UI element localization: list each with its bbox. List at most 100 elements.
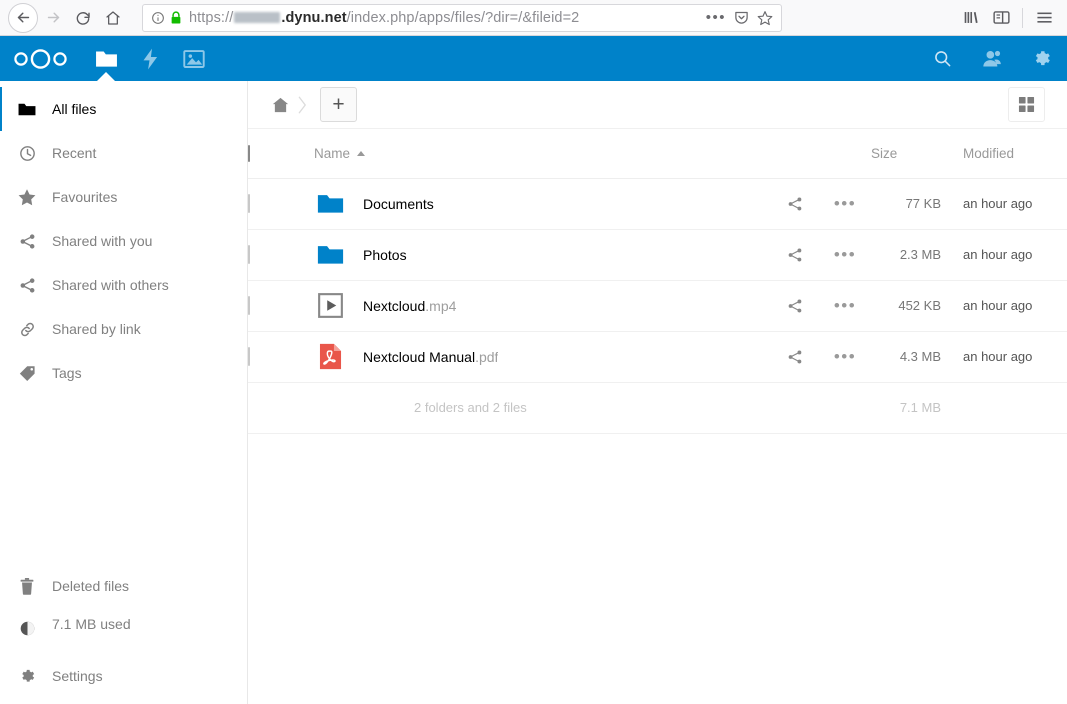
new-file-button[interactable]: + bbox=[320, 87, 357, 122]
column-header-share bbox=[771, 129, 819, 179]
sidebar-item-tags[interactable]: Tags bbox=[0, 351, 247, 395]
pie-chart-icon bbox=[12, 608, 42, 637]
quota-label: 7.1 MB used bbox=[52, 616, 131, 632]
row-actions-cell[interactable]: ••• bbox=[819, 229, 871, 280]
site-info-icon[interactable] bbox=[151, 11, 165, 25]
reload-button[interactable] bbox=[68, 3, 98, 33]
nextcloud-logo[interactable] bbox=[12, 48, 70, 70]
clock-icon bbox=[12, 145, 42, 162]
share-icon[interactable] bbox=[771, 196, 819, 212]
more-actions-icon[interactable]: ••• bbox=[819, 246, 871, 263]
sidebar-item-recent[interactable]: Recent bbox=[0, 131, 247, 175]
more-actions-icon[interactable]: ••• bbox=[819, 195, 871, 212]
row-modified: an hour ago bbox=[963, 247, 1033, 262]
nextcloud-header-actions bbox=[917, 36, 1067, 81]
select-all-checkbox[interactable] bbox=[248, 144, 250, 162]
row-select-cell[interactable] bbox=[248, 280, 306, 331]
home-button[interactable] bbox=[98, 3, 128, 33]
file-name[interactable]: Documents bbox=[363, 196, 434, 212]
row-actions-cell[interactable]: ••• bbox=[819, 331, 871, 382]
controls-bar: + bbox=[248, 81, 1067, 129]
forward-button[interactable] bbox=[38, 3, 68, 33]
breadcrumb-home-icon[interactable] bbox=[264, 89, 296, 121]
bookmark-star-icon[interactable] bbox=[757, 10, 773, 26]
share-icon[interactable] bbox=[771, 298, 819, 314]
file-list-table: Name Size Modified Documents ••• 77 KB a… bbox=[248, 129, 1067, 434]
tag-icon bbox=[12, 365, 42, 382]
sidebar-item-label: Deleted files bbox=[52, 578, 130, 594]
sidebar-item-favourites[interactable]: Favourites bbox=[0, 175, 247, 219]
sidebar-item-all-files[interactable]: All files bbox=[0, 87, 247, 131]
file-name[interactable]: Nextcloud.mp4 bbox=[363, 298, 456, 314]
row-select-cell[interactable] bbox=[248, 331, 306, 382]
table-row[interactable]: Documents ••• 77 KB an hour ago bbox=[248, 178, 1067, 229]
row-checkbox[interactable] bbox=[248, 346, 250, 366]
sidebar-item-shared-with-others[interactable]: Shared with others bbox=[0, 263, 247, 307]
file-name[interactable]: Nextcloud Manual.pdf bbox=[363, 349, 498, 365]
sidebar-item-shared-by-link[interactable]: Shared by link bbox=[0, 307, 247, 351]
sidebar-item-shared-with-you[interactable]: Shared with you bbox=[0, 219, 247, 263]
sidebar-toggle-icon[interactable] bbox=[986, 3, 1016, 33]
row-actions-cell[interactable]: ••• bbox=[819, 280, 871, 331]
sidebar-item-label: Settings bbox=[52, 668, 103, 684]
browser-toolbar: https://.dynu.net/index.php/apps/files/?… bbox=[0, 0, 1067, 36]
share-icon[interactable] bbox=[771, 247, 819, 263]
row-checkbox[interactable] bbox=[248, 244, 250, 264]
grid-view-toggle[interactable] bbox=[1008, 87, 1045, 122]
sidebar: All files Recent Favourites Shared with … bbox=[0, 81, 248, 704]
library-icon[interactable] bbox=[956, 3, 986, 33]
row-share-cell[interactable] bbox=[771, 331, 819, 382]
contacts-icon[interactable] bbox=[967, 36, 1017, 81]
row-share-cell[interactable] bbox=[771, 178, 819, 229]
sidebar-item-label: Tags bbox=[52, 365, 82, 381]
column-header-name[interactable]: Name bbox=[306, 129, 771, 179]
row-size: 2.3 MB bbox=[899, 247, 941, 262]
hamburger-menu-icon[interactable] bbox=[1029, 3, 1059, 33]
row-size: 4.3 MB bbox=[899, 349, 941, 364]
column-header-modified[interactable]: Modified bbox=[949, 129, 1067, 179]
row-size: 77 KB bbox=[905, 196, 941, 211]
app-icon-activity[interactable] bbox=[128, 36, 172, 81]
page-actions-icon[interactable]: ••• bbox=[706, 10, 726, 25]
breadcrumb-separator-icon bbox=[297, 95, 308, 115]
table-row[interactable]: Nextcloud Manual.pdf ••• 4.3 MB an hour … bbox=[248, 331, 1067, 382]
more-actions-icon[interactable]: ••• bbox=[819, 348, 871, 365]
column-header-size[interactable]: Size bbox=[871, 129, 949, 179]
search-icon[interactable] bbox=[917, 36, 967, 81]
row-share-cell[interactable] bbox=[771, 229, 819, 280]
row-modified: an hour ago bbox=[963, 349, 1033, 364]
row-actions-cell[interactable]: ••• bbox=[819, 178, 871, 229]
column-header-actions bbox=[819, 129, 871, 179]
url-text: https://.dynu.net/index.php/apps/files/?… bbox=[189, 9, 580, 26]
app-icon-files[interactable] bbox=[84, 36, 128, 81]
sidebar-item-label: Shared by link bbox=[52, 321, 141, 337]
folder-icon bbox=[314, 188, 346, 220]
row-name-cell[interactable]: Nextcloud.mp4 bbox=[306, 280, 771, 331]
nextcloud-header bbox=[0, 36, 1067, 81]
table-row[interactable]: Nextcloud.mp4 ••• 452 KB an hour ago bbox=[248, 280, 1067, 331]
select-all-header[interactable] bbox=[248, 129, 306, 179]
row-select-cell[interactable] bbox=[248, 178, 306, 229]
pocket-icon[interactable] bbox=[734, 10, 749, 25]
more-actions-icon[interactable]: ••• bbox=[819, 297, 871, 314]
table-row[interactable]: Photos ••• 2.3 MB an hour ago bbox=[248, 229, 1067, 280]
sidebar-item-label: Shared with others bbox=[52, 277, 169, 293]
row-name-cell[interactable]: Documents bbox=[306, 178, 771, 229]
row-name-cell[interactable]: Nextcloud Manual.pdf bbox=[306, 331, 771, 382]
file-name[interactable]: Photos bbox=[363, 247, 407, 263]
row-modified: an hour ago bbox=[963, 298, 1033, 313]
sidebar-item-deleted-files[interactable]: Deleted files bbox=[0, 564, 247, 608]
row-select-cell[interactable] bbox=[248, 229, 306, 280]
app-icon-photos[interactable] bbox=[172, 36, 216, 81]
row-share-cell[interactable] bbox=[771, 280, 819, 331]
storage-quota[interactable]: 7.1 MB used bbox=[0, 608, 247, 654]
share-icon[interactable] bbox=[771, 349, 819, 365]
video-icon bbox=[314, 290, 346, 322]
url-bar[interactable]: https://.dynu.net/index.php/apps/files/?… bbox=[142, 3, 782, 32]
row-checkbox[interactable] bbox=[248, 193, 250, 213]
row-name-cell[interactable]: Photos bbox=[306, 229, 771, 280]
gear-icon[interactable] bbox=[1017, 36, 1067, 81]
back-button[interactable] bbox=[8, 2, 38, 33]
sidebar-item-settings[interactable]: Settings bbox=[0, 654, 247, 698]
row-checkbox[interactable] bbox=[248, 295, 250, 315]
